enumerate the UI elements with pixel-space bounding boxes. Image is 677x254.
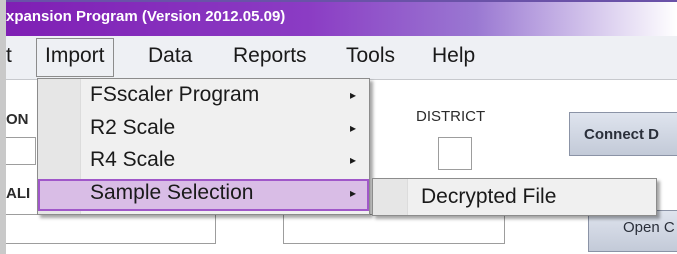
menu-item-label: Sample Selection	[90, 181, 254, 204]
menu-item-r2-scale[interactable]: R2 Scale ▸	[38, 114, 369, 146]
menu-bar: t Import Data Reports Tools Help	[6, 36, 677, 80]
sample-selection-submenu: Decrypted File	[372, 178, 657, 216]
menu-item-label: R2 Scale	[90, 116, 176, 139]
district-field[interactable]	[438, 137, 472, 170]
open-button[interactable]: Open C	[588, 210, 677, 252]
chevron-right-icon: ▸	[349, 88, 356, 102]
menu-item-label: R4 Scale	[90, 148, 176, 171]
district-label: DISTRICT	[416, 108, 486, 125]
chevron-right-icon: ▸	[349, 121, 356, 135]
menu-item-label: FSscaler Program	[90, 83, 260, 106]
chevron-right-icon: ▸	[349, 186, 356, 200]
menu-item-reports[interactable]: Reports	[233, 44, 307, 68]
menu-item-help[interactable]: Help	[432, 44, 475, 68]
text-field-3[interactable]	[283, 214, 505, 244]
menu-item-edit-partial[interactable]: t	[6, 44, 12, 68]
text-field-2[interactable]	[6, 214, 216, 244]
menu-item-tools[interactable]: Tools	[346, 44, 395, 68]
menu-item-data[interactable]: Data	[148, 44, 192, 68]
import-dropdown-menu: FSscaler Program ▸ R2 Scale ▸ R4 Scale ▸…	[37, 78, 370, 215]
connect-button[interactable]: Connect D	[569, 112, 677, 156]
menu-item-decrypted-file[interactable]: Decrypted File	[421, 185, 556, 209]
title-bar: xpansion Program (Version 2012.05.09)	[6, 0, 677, 36]
field-label-on: ON	[6, 111, 29, 128]
chevron-right-icon: ▸	[349, 153, 356, 167]
menu-item-fsscaler-program[interactable]: FSscaler Program ▸	[38, 81, 369, 113]
menu-item-sample-selection[interactable]: Sample Selection ▸	[38, 179, 369, 211]
menu-item-import[interactable]: Import	[36, 38, 114, 77]
field-label-ali: ALI	[6, 185, 31, 202]
window-title: xpansion Program (Version 2012.05.09)	[6, 8, 286, 25]
text-field-1[interactable]	[6, 137, 36, 165]
menu-icon-gutter	[373, 179, 408, 215]
menu-item-r4-scale[interactable]: R4 Scale ▸	[38, 146, 369, 178]
